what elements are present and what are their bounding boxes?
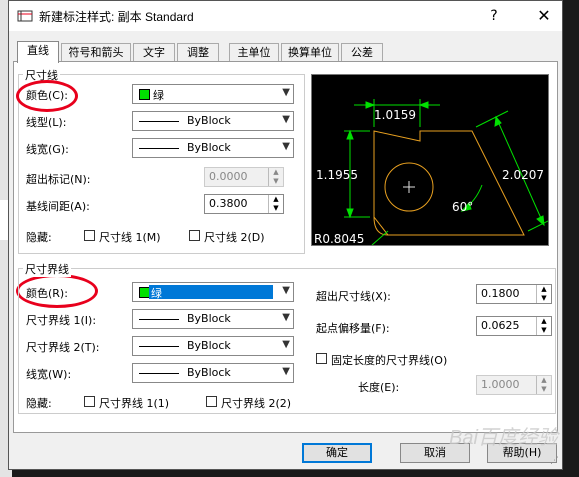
suppress-dimline1-checkbox[interactable] xyxy=(84,230,95,241)
tab-lines[interactable]: 直线 xyxy=(17,41,59,63)
origin-offset-label: 起点偏移量(F): xyxy=(316,322,390,335)
spin-down-icon[interactable]: ▼ xyxy=(537,294,551,303)
title-bar: 新建标注样式: 副本 Standard ? ✕ xyxy=(9,1,562,31)
extline1-linetype-label: 尺寸界线 1(I): xyxy=(26,314,97,327)
fixed-length-checkbox[interactable] xyxy=(316,353,327,364)
dimline-extend-spinner: 0.0000 ▲ ▼ xyxy=(204,167,284,187)
suppress-extline1-checkbox[interactable] xyxy=(84,396,95,407)
dimline-linetype-select[interactable]: ByBlock ▼ xyxy=(132,111,294,131)
spin-up-icon[interactable]: ▲ xyxy=(269,195,283,204)
chevron-down-icon: ▼ xyxy=(282,339,290,350)
suppress-dimline1-label: 尺寸线 1(M) xyxy=(99,231,161,244)
resize-grip-icon[interactable]: ⋰ xyxy=(550,456,559,466)
extline-color-label: 颜色(R): xyxy=(26,287,68,300)
annotation-circle xyxy=(16,80,78,112)
suppress-extline2-label: 尺寸界线 2(2) xyxy=(221,397,292,410)
suppress-dimline2-checkbox[interactable] xyxy=(189,230,200,241)
close-icon[interactable]: ✕ xyxy=(529,5,559,27)
length-spinner: 1.0000 ▲ ▼ xyxy=(476,375,552,395)
fixed-length-label: 固定长度的尺寸界线(O) xyxy=(331,354,448,367)
preview-dim-left: 1.1955 xyxy=(316,168,358,182)
extline-lineweight-select[interactable]: ByBlock ▼ xyxy=(132,363,294,383)
dimline-color-select[interactable]: 绿 ▼ xyxy=(132,84,294,104)
spin-down-icon[interactable]: ▼ xyxy=(269,204,283,213)
dimline-baseline-label: 基线间距(A): xyxy=(26,200,90,213)
extend-beyond-spinner[interactable]: 0.1800 ▲ ▼ xyxy=(476,284,552,304)
group-label: 尺寸界线 xyxy=(23,261,71,277)
dimline-extend-label: 超出标记(N): xyxy=(26,173,91,186)
preview-angle: 60° xyxy=(452,200,473,214)
extline2-linetype-select[interactable]: ByBlock ▼ xyxy=(132,336,294,356)
origin-offset-spinner[interactable]: 0.0625 ▲ ▼ xyxy=(476,316,552,336)
suppress-extline2-checkbox[interactable] xyxy=(206,396,217,407)
extline1-linetype-select[interactable]: ByBlock ▼ xyxy=(132,309,294,329)
extline-suppress-label: 隐藏: xyxy=(26,397,52,410)
chevron-down-icon: ▼ xyxy=(282,87,290,98)
preview-radius: R0.8045 xyxy=(314,232,364,245)
tab-symbols-arrows[interactable]: 符号和箭头 xyxy=(61,43,131,61)
dimline-suppress-label: 隐藏: xyxy=(26,231,52,244)
help-icon[interactable]: ? xyxy=(479,5,509,27)
tab-text[interactable]: 文字 xyxy=(133,43,175,61)
chevron-down-icon: ▼ xyxy=(282,366,290,377)
spin-up-icon[interactable]: ▲ xyxy=(537,317,551,326)
watermark: Bai百度经验 xyxy=(449,427,558,449)
dimline-lineweight-label: 线宽(G): xyxy=(26,143,69,156)
dimline-lineweight-select[interactable]: ByBlock ▼ xyxy=(132,138,294,158)
dimline-baseline-spinner[interactable]: 0.3800 ▲ ▼ xyxy=(204,194,284,214)
preview-dim-top: 1.0159 xyxy=(374,108,416,122)
dimension-style-icon xyxy=(17,10,33,22)
extend-beyond-label: 超出尺寸线(X): xyxy=(316,290,391,303)
spin-down-icon[interactable]: ▼ xyxy=(537,326,551,335)
tab-fit[interactable]: 调整 xyxy=(177,43,219,61)
preview-dim-right: 2.0207 xyxy=(502,168,544,182)
suppress-extline1-label: 尺寸界线 1(1) xyxy=(99,397,170,410)
dialog-title: 新建标注样式: 副本 Standard xyxy=(39,10,194,24)
preview-shape xyxy=(373,130,525,236)
dimension-style-dialog: 新建标注样式: 副本 Standard ? ✕ 直线 符号和箭头 文字 调整 主… xyxy=(8,0,563,470)
chevron-down-icon: ▼ xyxy=(282,312,290,323)
spin-up-icon[interactable]: ▲ xyxy=(537,285,551,294)
chevron-down-icon: ▼ xyxy=(282,285,290,296)
tab-panel-lines: 尺寸线 颜色(C): 绿 ▼ 线型(L): ByBlock ▼ 线宽(G): B… xyxy=(13,61,558,433)
tab-primary-units[interactable]: 主单位 xyxy=(229,43,279,61)
preview-drawing: 1.0159 1.1955 2.0207 60° R0.8045 xyxy=(314,99,553,246)
dimension-preview: 1.0159 1.1955 2.0207 60° R0.8045 xyxy=(311,74,553,246)
chevron-down-icon: ▼ xyxy=(282,114,290,125)
suppress-dimline2-label: 尺寸线 2(D) xyxy=(204,231,265,244)
green-swatch-icon xyxy=(139,89,150,100)
dimline-linetype-label: 线型(L): xyxy=(26,116,67,129)
extline-lineweight-label: 线宽(W): xyxy=(26,368,72,381)
tab-tolerances[interactable]: 公差 xyxy=(341,43,383,61)
ok-button[interactable]: 确定 xyxy=(302,443,372,463)
length-label: 长度(E): xyxy=(358,381,400,394)
tab-alternate-units[interactable]: 换算单位 xyxy=(281,43,339,61)
extline2-linetype-label: 尺寸界线 2(T): xyxy=(26,341,100,354)
chevron-down-icon: ▼ xyxy=(282,141,290,152)
extline-color-select[interactable]: 绿 ▼ xyxy=(132,282,294,302)
